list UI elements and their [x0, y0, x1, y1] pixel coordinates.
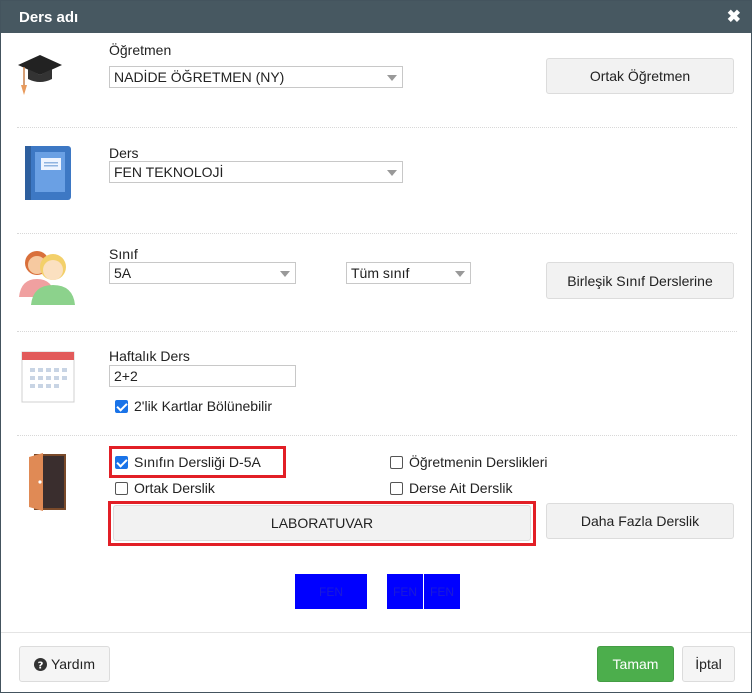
weekly-input[interactable]: 2+2: [109, 365, 296, 387]
split-cards-checkbox[interactable]: 2'lik Kartlar Bölünebilir: [115, 398, 272, 414]
class-room-checkbox[interactable]: Sınıfın Dersliği D-5A: [115, 454, 261, 470]
door-icon: [29, 453, 66, 511]
help-label: Yardım: [50, 656, 96, 672]
divider: [17, 233, 737, 234]
teacher-label: Öğretmen: [109, 42, 172, 58]
help-button[interactable]: ? Yardım: [19, 646, 110, 682]
checkbox-unchecked-icon[interactable]: [115, 481, 128, 495]
selected-room-button[interactable]: LABORATUVAR: [113, 505, 531, 541]
class-group-select-value: Tüm sınıf: [351, 265, 410, 281]
checkbox-unchecked-icon[interactable]: [390, 455, 403, 469]
divider: [17, 331, 737, 332]
class-select[interactable]: 5A: [109, 262, 296, 284]
chevron-down-icon: [455, 271, 465, 277]
calendar-icon: [21, 351, 75, 403]
svg-text:?: ?: [38, 660, 44, 671]
footer-divider: [1, 632, 751, 633]
checkbox-unchecked-icon[interactable]: [390, 481, 403, 495]
more-rooms-button[interactable]: Daha Fazla Derslik: [546, 503, 734, 539]
class-select-value: 5A: [114, 265, 132, 281]
lesson-card[interactable]: FEN: [424, 574, 460, 609]
question-circle-icon: ?: [33, 657, 47, 671]
split-cards-label: 2'lik Kartlar Bölünebilir: [134, 398, 273, 414]
class-label: Sınıf: [109, 246, 138, 262]
weekly-label: Haftalık Ders: [109, 348, 190, 364]
course-room-label: Derse Ait Derslik: [409, 480, 513, 496]
shared-room-label: Ortak Derslik: [134, 480, 215, 496]
checkbox-checked-icon[interactable]: [115, 455, 128, 469]
lesson-card[interactable]: FEN: [387, 574, 423, 609]
course-select-value: FEN TEKNOLOJİ: [114, 164, 224, 180]
divider: [17, 127, 737, 128]
close-icon[interactable]: ✖: [727, 7, 741, 27]
teacher-rooms-checkbox[interactable]: Öğretmenin Derslikleri: [390, 454, 547, 470]
weekly-input-value: 2+2: [114, 368, 138, 384]
shared-teacher-button[interactable]: Ortak Öğretmen: [546, 58, 734, 94]
cancel-button[interactable]: İptal: [682, 646, 735, 682]
chevron-down-icon: [387, 170, 397, 176]
teacher-rooms-label: Öğretmenin Derslikleri: [409, 454, 548, 470]
dialog-title: Ders adı: [19, 9, 79, 26]
course-select[interactable]: FEN TEKNOLOJİ: [109, 161, 403, 183]
combined-class-button[interactable]: Birleşik Sınıf Derslerine: [546, 262, 734, 299]
chevron-down-icon: [280, 271, 290, 277]
checkbox-checked-icon[interactable]: [115, 399, 128, 413]
course-label: Ders: [109, 145, 139, 161]
class-room-label: Sınıfın Dersliği D-5A: [134, 454, 261, 470]
book-icon: [25, 146, 71, 200]
teacher-select-value: NADİDE ÖĞRETMEN (NY): [114, 69, 285, 85]
graduation-cap-icon: [18, 55, 62, 95]
teacher-select[interactable]: NADİDE ÖĞRETMEN (NY): [109, 66, 403, 88]
ok-button[interactable]: Tamam: [597, 646, 674, 682]
divider: [17, 435, 737, 436]
chevron-down-icon: [387, 75, 397, 81]
shared-room-checkbox[interactable]: Ortak Derslik: [115, 480, 215, 496]
class-group-select[interactable]: Tüm sınıf: [346, 262, 471, 284]
students-icon: [19, 251, 75, 305]
lesson-card[interactable]: FEN: [295, 574, 367, 609]
title-bar: Ders adı ✖: [1, 1, 751, 33]
course-room-checkbox[interactable]: Derse Ait Derslik: [390, 480, 512, 496]
lesson-dialog: Ders adı ✖ Öğretmen NADİDE ÖĞRETMEN (NY)…: [0, 0, 752, 693]
